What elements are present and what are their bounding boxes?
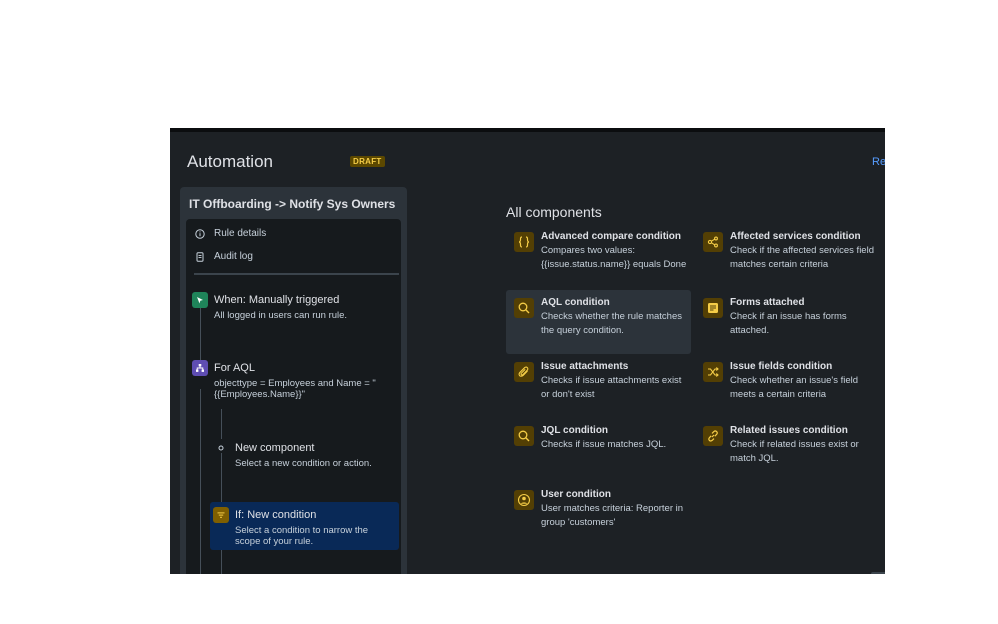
rule-details-link[interactable]: Rule details	[195, 228, 266, 239]
return-link[interactable]: Ret	[872, 156, 885, 168]
divider	[194, 273, 399, 275]
step-title: When: Manually triggered	[214, 294, 340, 306]
step-if-condition[interactable]: If: New condition Select a condition to …	[213, 507, 398, 551]
component-user-condition[interactable]: User condition User matches criteria: Re…	[506, 482, 691, 544]
audit-log-label: Audit log	[214, 251, 253, 262]
component-title: Advanced compare condition	[541, 231, 682, 242]
component-title: JQL condition	[541, 425, 609, 436]
rule-sidebar: IT Offboarding -> Notify Sys Owners Rule…	[180, 187, 407, 574]
step-title: New component	[235, 442, 315, 454]
rule-details-label: Rule details	[214, 228, 267, 239]
automation-app: Automation DRAFT Ret IT Offboarding -> N…	[170, 128, 885, 574]
rule-steps-panel: Rule details Audit log When: Manually tr	[186, 219, 401, 574]
paperclip-icon	[514, 362, 534, 382]
component-title: Forms attached	[730, 297, 805, 308]
step-new-component[interactable]: New component Select a new condition or …	[213, 440, 398, 474]
shuffle-icon	[703, 362, 723, 382]
component-title: Related issues condition	[730, 425, 848, 436]
scrollbar-corner[interactable]	[871, 572, 885, 574]
component-description: Check if related issues exist or match J…	[730, 439, 859, 464]
step-connector	[200, 389, 201, 574]
component-advanced-compare[interactable]: Advanced compare condition Compares two …	[506, 224, 691, 286]
form-icon	[703, 298, 723, 318]
services-icon	[703, 232, 723, 252]
link-icon	[703, 426, 723, 446]
component-affected-services[interactable]: Affected services condition Check if the…	[695, 224, 880, 286]
step-description: Select a condition to narrow the scope o…	[235, 525, 369, 547]
step-title: If: New condition	[235, 509, 317, 521]
components-heading: All components	[506, 204, 602, 220]
component-title: Issue attachments	[541, 361, 629, 372]
user-icon	[514, 490, 534, 510]
component-title: Issue fields condition	[730, 361, 833, 372]
branch-connector	[221, 409, 222, 439]
component-description: Checks if issue attachments exist or don…	[541, 375, 682, 400]
component-issue-fields[interactable]: Issue fields condition Check whether an …	[695, 354, 880, 416]
component-description: Check whether an issue's field meets a c…	[730, 375, 859, 400]
component-description: Compares two values: {{issue.status.name…	[541, 245, 687, 270]
component-description: Checks if issue matches JQL.	[541, 439, 667, 450]
filter-icon	[213, 507, 229, 523]
component-forms-attached[interactable]: Forms attached Check if an issue has for…	[695, 290, 880, 352]
component-aql[interactable]: AQL condition Checks whether the rule ma…	[506, 290, 691, 354]
component-description: Checks whether the rule matches the quer…	[541, 311, 682, 336]
rule-title: IT Offboarding -> Notify Sys Owners	[189, 197, 396, 211]
component-title: AQL condition	[541, 297, 610, 308]
trigger-icon	[192, 292, 208, 308]
audit-log-link[interactable]: Audit log	[195, 251, 253, 262]
step-description: All logged in users can run rule.	[214, 310, 348, 321]
component-description: Check if an issue has forms attached.	[730, 311, 847, 336]
component-related-issues[interactable]: Related issues condition Check if relate…	[695, 418, 880, 480]
component-dot-icon	[213, 440, 229, 456]
component-description: Check if the affected services field mat…	[730, 245, 874, 270]
branch-icon	[192, 360, 208, 376]
page-title: Automation	[187, 152, 273, 171]
step-description: objecttype = Employees and Name = "{{Emp…	[214, 378, 376, 400]
component-title: User condition	[541, 489, 612, 500]
step-trigger[interactable]: When: Manually triggered All logged in u…	[192, 292, 392, 326]
component-issue-attachments[interactable]: Issue attachments Checks if issue attach…	[506, 354, 691, 416]
search-icon	[514, 426, 534, 446]
step-title: For AQL	[214, 362, 255, 374]
info-icon	[195, 228, 205, 239]
document-icon	[195, 251, 205, 262]
step-description: Select a new condition or action.	[235, 458, 372, 469]
component-jql[interactable]: JQL condition Checks if issue matches JQ…	[506, 418, 691, 480]
draft-badge: DRAFT	[350, 156, 385, 167]
step-for-aql[interactable]: For AQL objecttype = Employees and Name …	[192, 360, 397, 404]
braces-icon	[514, 232, 534, 252]
component-title: Affected services condition	[730, 231, 861, 242]
search-icon	[514, 298, 534, 318]
component-description: User matches criteria: Reporter in group…	[541, 503, 684, 528]
